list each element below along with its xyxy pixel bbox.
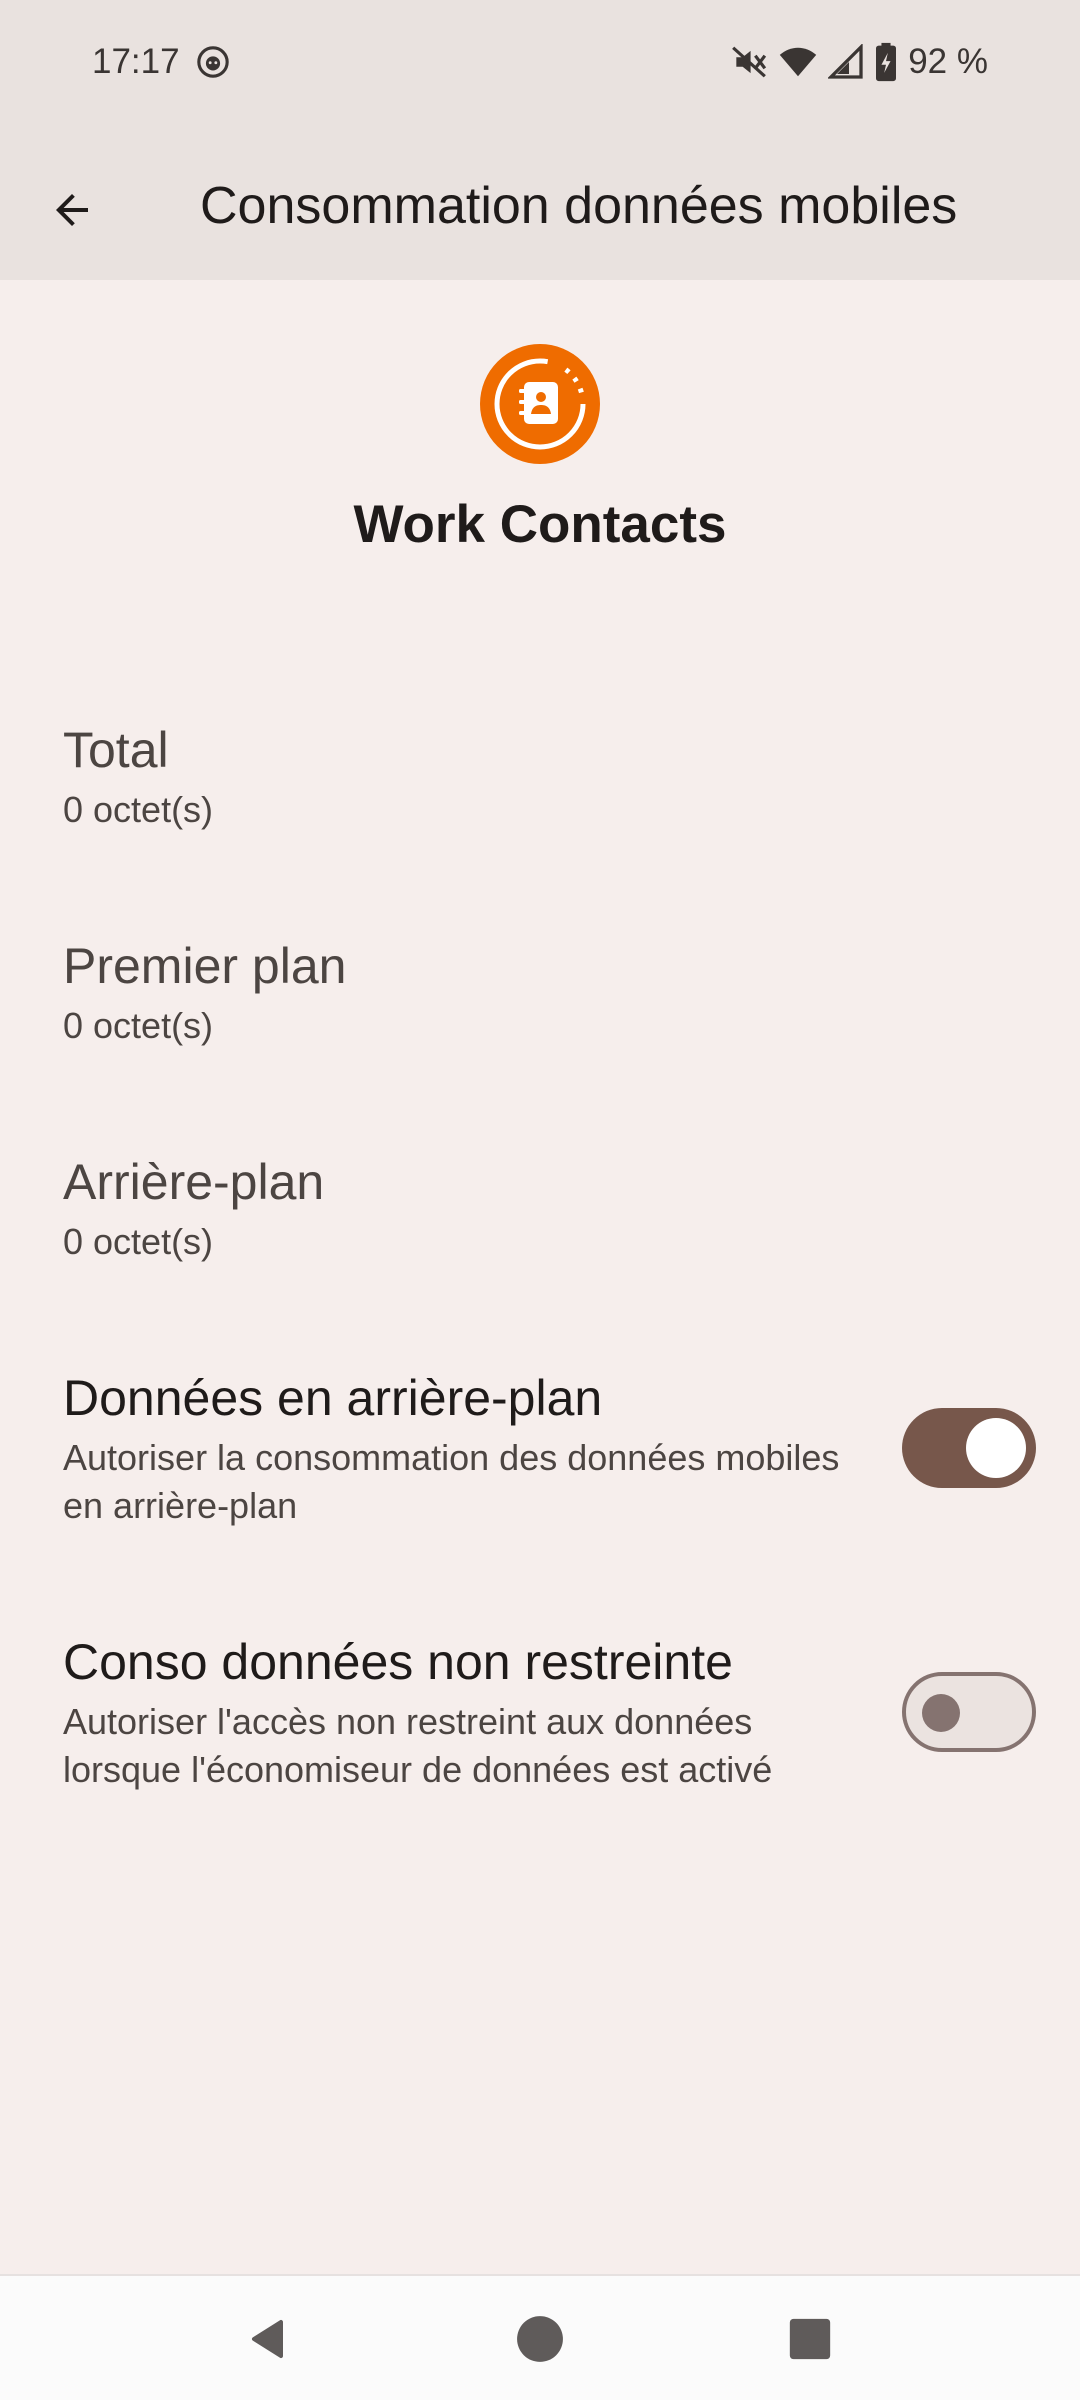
switch-thumb xyxy=(966,1418,1026,1478)
wifi-icon xyxy=(780,47,817,77)
switch-thumb xyxy=(922,1694,960,1732)
arrow-back-icon xyxy=(56,194,88,226)
usage-foreground-value: 0 octet(s) xyxy=(63,1005,214,1046)
status-time-group: 17:17 xyxy=(92,42,230,82)
usage-total: Total 0 octet(s) xyxy=(63,720,1023,834)
clock: 17:17 xyxy=(92,42,180,81)
contacts-book-icon xyxy=(480,344,600,464)
back-button[interactable] xyxy=(30,168,114,252)
signal-icon xyxy=(828,44,863,79)
usage-background-value: 0 octet(s) xyxy=(63,1221,214,1262)
navigation-bar xyxy=(0,2274,1080,2400)
usage-foreground: Premier plan 0 octet(s) xyxy=(63,936,1023,1050)
background-data-summary: Autoriser la consommation des données mo… xyxy=(63,1437,840,1526)
back-triangle-icon xyxy=(251,2319,284,2359)
nav-recents-button[interactable] xyxy=(777,2306,843,2372)
unrestricted-data-summary: Autoriser l'accès non restreint aux donn… xyxy=(63,1701,773,1790)
background-data-title: Données en arrière-plan xyxy=(63,1370,603,1426)
usage-total-value: 0 octet(s) xyxy=(63,789,214,830)
usage-total-title: Total xyxy=(63,722,169,778)
unrestricted-data-switch[interactable] xyxy=(902,1672,1036,1752)
battery-charging-icon xyxy=(876,42,897,82)
app-bar: Consommation données mobiles xyxy=(0,136,1080,280)
status-icons: 92 % xyxy=(730,42,988,82)
background-data-setting[interactable]: Données en arrière-plan Autoriser la con… xyxy=(63,1368,863,1530)
unrestricted-data-title: Conso données non restreinte xyxy=(63,1634,733,1690)
battery-percent: 92 % xyxy=(908,42,988,81)
unrestricted-data-setting[interactable]: Conso données non restreinte Autoriser l… xyxy=(63,1632,863,1794)
mute-icon xyxy=(732,46,767,78)
usage-background: Arrière-plan 0 octet(s) xyxy=(63,1152,1023,1266)
page-title: Consommation données mobiles xyxy=(200,177,958,235)
background-data-switch[interactable] xyxy=(902,1408,1036,1488)
nav-back-button[interactable] xyxy=(236,2306,302,2372)
app-name: Work Contacts xyxy=(353,495,727,554)
status-bar: 17:17 92 % xyxy=(0,0,1080,136)
usage-foreground-title: Premier plan xyxy=(63,938,347,994)
home-circle-icon xyxy=(517,2316,563,2362)
nav-home-button[interactable] xyxy=(507,2306,573,2372)
usage-background-title: Arrière-plan xyxy=(63,1154,325,1210)
alert-face-icon xyxy=(196,46,229,78)
recents-square-icon xyxy=(789,2318,831,2360)
